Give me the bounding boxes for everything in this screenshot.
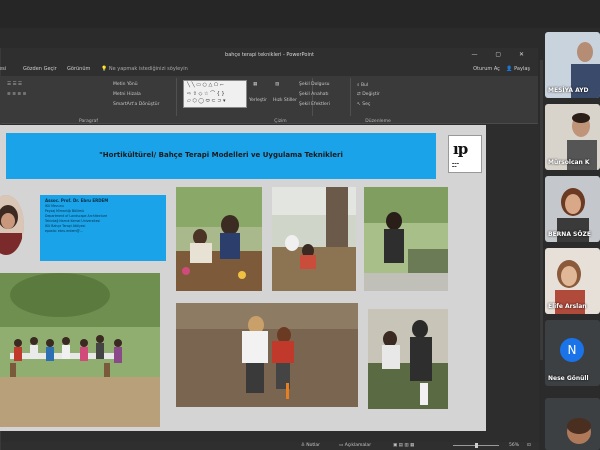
ribbon: ☰ ☰ ☰ ≡ ≡ ≡ ≡ Metin Yönü Metni Hizala Sm… [1, 76, 538, 124]
participant-name: Nese Gönüll [548, 375, 589, 382]
sign-in-link[interactable]: Oturum Aç [473, 66, 500, 72]
participant-name: BERNA SÖZE [548, 231, 591, 238]
logo-mark: ıp [453, 140, 468, 158]
quick-styles-button[interactable]: Hızlı Stiller [273, 98, 297, 103]
arrange-button[interactable]: Yerleştir [249, 98, 267, 103]
window-controls[interactable]: — ▢ ✕ [471, 48, 532, 62]
slide-canvas: "Hortikültürel/ Bahçe Terapi Modelleri v… [0, 125, 486, 431]
zoom-slider-handle[interactable] [475, 443, 478, 448]
speaker-portrait [0, 195, 24, 255]
participant-tile[interactable]: N Nese Gönüll [545, 320, 600, 386]
notes-button[interactable]: ≙ Notlar [301, 443, 320, 448]
photo-tree-kids [272, 187, 356, 291]
participant-name: Elife Arslan [548, 303, 587, 310]
participant-tile[interactable]: BERNA SÖZE [545, 176, 600, 242]
participant-tile[interactable]: Elife Arslan [545, 248, 600, 314]
person-icon: 👤 [506, 66, 513, 72]
view-buttons[interactable]: ▣ ▤ ▥ ▦ [393, 443, 414, 448]
ribbon-group-shape-format: Şekil Dolgusu Şekil Anahatı Şekil Efektl… [295, 78, 351, 116]
photo-group-outdoor-tables [0, 273, 160, 427]
shapes-gallery[interactable]: ╲ ╲ ▭ ○ △ ⬠ ⌐ ⇨ ⇧ ◇ ☆ ⌒ { } ▱ ⬡ ◯ ⬭ ⊂ ⊃ … [183, 80, 247, 108]
status-bar: ≙ Notlar ▭ Açıklamalar ▣ ▤ ▥ ▦ 56% ⊡ [1, 442, 539, 450]
slide-title-bar: "Hortikültürel/ Bahçe Terapi Modelleri v… [6, 133, 436, 179]
menu-tab-review[interactable]: Gözden Geçir [23, 66, 57, 72]
fit-slide-icon[interactable]: ⊡ [527, 443, 531, 448]
line-shape-icon[interactable]: ╲ ╲ ▭ ○ △ ⬠ ⌐ [187, 82, 224, 88]
shape-fill-button[interactable]: Şekil Dolgusu [299, 82, 330, 87]
lightbulb-icon: 💡 [101, 66, 108, 72]
photo-kids-digging [176, 303, 358, 407]
zoom-level[interactable]: 56% [509, 443, 519, 448]
institution-logo: ıp ▬▬▬ ▬▬ [448, 135, 482, 173]
speaker-info-box: Assoc. Prof. Dr. Ebru ERDEM İKÜ Mezunu P… [40, 195, 166, 261]
bullets-icon[interactable]: ☰ ☰ ☰ [7, 82, 22, 87]
window-title: bahçe terapi teknikleri - PowerPoint [225, 52, 314, 58]
align-icon[interactable]: ≡ ≡ ≡ ≡ [7, 92, 26, 97]
notes-icon: ≙ [301, 443, 305, 448]
participant-name: Mürsolcan K [548, 159, 590, 166]
participants-sidebar: MESİYA AYD Mürsolcan K BERNA SÖZE Elife … [545, 28, 600, 450]
cursor-icon: ↖ [357, 102, 361, 107]
menu-tab-view[interactable]: Görünüm [67, 66, 90, 72]
align-text-button[interactable]: Metni Hizala [113, 92, 141, 97]
menu-bar: esi Gözden Geçir Görünüm 💡 Ne yapmak ist… [0, 62, 538, 76]
arrange-icon[interactable]: ▦ [253, 82, 257, 87]
photo-children-garden-box [176, 187, 262, 291]
participant-video [545, 398, 600, 450]
find-button[interactable]: ⌕ Bul [357, 82, 368, 88]
tell-me-search[interactable]: 💡 Ne yapmak istediğinizi söyleyin [101, 66, 188, 72]
text-direction-button[interactable]: Metin Yönü [113, 82, 138, 87]
meeting-top-bar [0, 0, 600, 28]
window-titlebar: bahçe terapi teknikleri - PowerPoint — ▢… [1, 48, 538, 62]
search-icon: ⌕ [357, 83, 360, 88]
photo-planting-seedlings [368, 309, 448, 409]
participant-tile[interactable]: MESİYA AYD [545, 32, 600, 98]
replace-icon: ⇄ [357, 92, 361, 97]
logo-lines: ▬▬▬ ▬▬ [452, 162, 460, 168]
ribbon-group-paragraph: ☰ ☰ ☰ ≡ ≡ ≡ ≡ Metin Yönü Metni Hizala Sm… [1, 78, 177, 124]
participant-avatar: N [560, 338, 584, 362]
share-button[interactable]: Paylaş [514, 66, 530, 72]
callout-shape-icon[interactable]: ▱ ⬡ ◯ ⬭ ⊂ ⊃ ▾ [187, 98, 226, 104]
participant-tile[interactable] [545, 398, 600, 450]
vertical-scrollbar[interactable] [540, 60, 543, 360]
participant-tile[interactable]: Mürsolcan K [545, 104, 600, 170]
replace-button[interactable]: ⇄ Değiştir [357, 92, 380, 97]
quick-styles-icon[interactable]: ▨ [275, 82, 279, 87]
comment-icon: ▭ [339, 443, 344, 448]
meet-screen: bahçe terapi teknikleri - PowerPoint — ▢… [0, 0, 600, 450]
speaker-line: eposta: ebru.erdem@... [45, 229, 83, 233]
shape-outline-button[interactable]: Şekil Anahatı [299, 92, 328, 97]
participant-name: MESİYA AYD [548, 87, 589, 94]
shape-effects-button[interactable]: Şekil Efektleri [299, 102, 330, 107]
ribbon-group-editing: ⌕ Bul ⇄ Değiştir ↖ Seç Düzenleme [353, 78, 403, 124]
arrow-shape-icon[interactable]: ⇨ ⇧ ◇ ☆ ⌒ { } [187, 90, 225, 97]
select-button[interactable]: ↖ Seç [357, 102, 370, 107]
smartart-button[interactable]: SmartArt'a Dönüştür [113, 102, 159, 107]
account-share-area: Oturum Aç 👤 Paylaş [473, 66, 530, 72]
photo-woman-planting [364, 187, 448, 291]
slide-title: "Hortikültürel/ Bahçe Terapi Modelleri v… [99, 151, 343, 159]
menu-tab-slideshow[interactable]: esi [0, 66, 6, 72]
comments-button[interactable]: ▭ Açıklamalar [339, 443, 371, 448]
tell-me-text: Ne yapmak istediğinizi söyleyin [108, 66, 188, 72]
